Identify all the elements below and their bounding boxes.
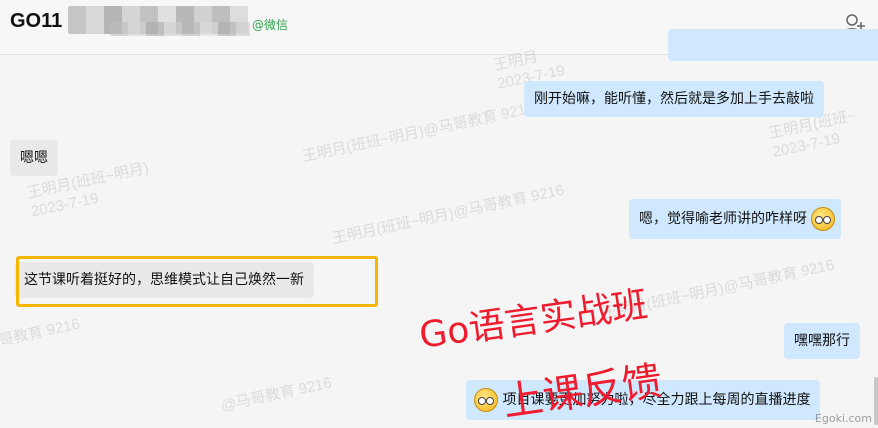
message-bubble-mine[interactable]: 刚开始嘛，能听懂，然后就是多加上手去敲啦 [524,81,824,117]
highlight-frame [16,256,378,307]
thinking-emoji-icon [811,207,836,231]
message-text: 嗯，觉得喻老师讲的咋样呀 [639,211,807,227]
watermark: 王明月(班班~明月)@马哥教育 9216 [300,99,536,166]
chat-area[interactable]: 王明月 2023-7-19 王明月(班班~明月)@马哥教育 9216 王明月(班… [0,29,878,427]
message-text: 嘿嘿那行 [794,333,850,349]
message-bubble-other[interactable]: 嗯嗯 [10,140,58,176]
blurred-name-overlay [110,22,250,36]
message-text: 刚开始嘛，能听懂，然后就是多加上手去敲啦 [534,91,814,107]
chat-title: GO11 [10,10,63,32]
message-bubble-mine[interactable]: 嘿嘿那行 [784,323,860,359]
watermark: 哥教育 9216 [0,315,82,350]
wechat-tag: @微信 [252,18,289,32]
message-text: 嗯嗯 [20,150,48,166]
scrollbar-thumb[interactable] [874,377,878,425]
thinking-emoji-icon [474,388,498,412]
message-bubble-partial [668,29,878,61]
watermark: 王明月(班班~明月)@马哥教育 9216 [330,181,566,248]
overlay-title: Go语言实战班 [416,284,651,357]
watermark: @马哥教育 9216 [219,374,334,415]
site-watermark: Egoki.com [814,412,872,425]
message-bubble-mine[interactable]: 嗯，觉得喻老师讲的咋样呀 [629,199,842,239]
